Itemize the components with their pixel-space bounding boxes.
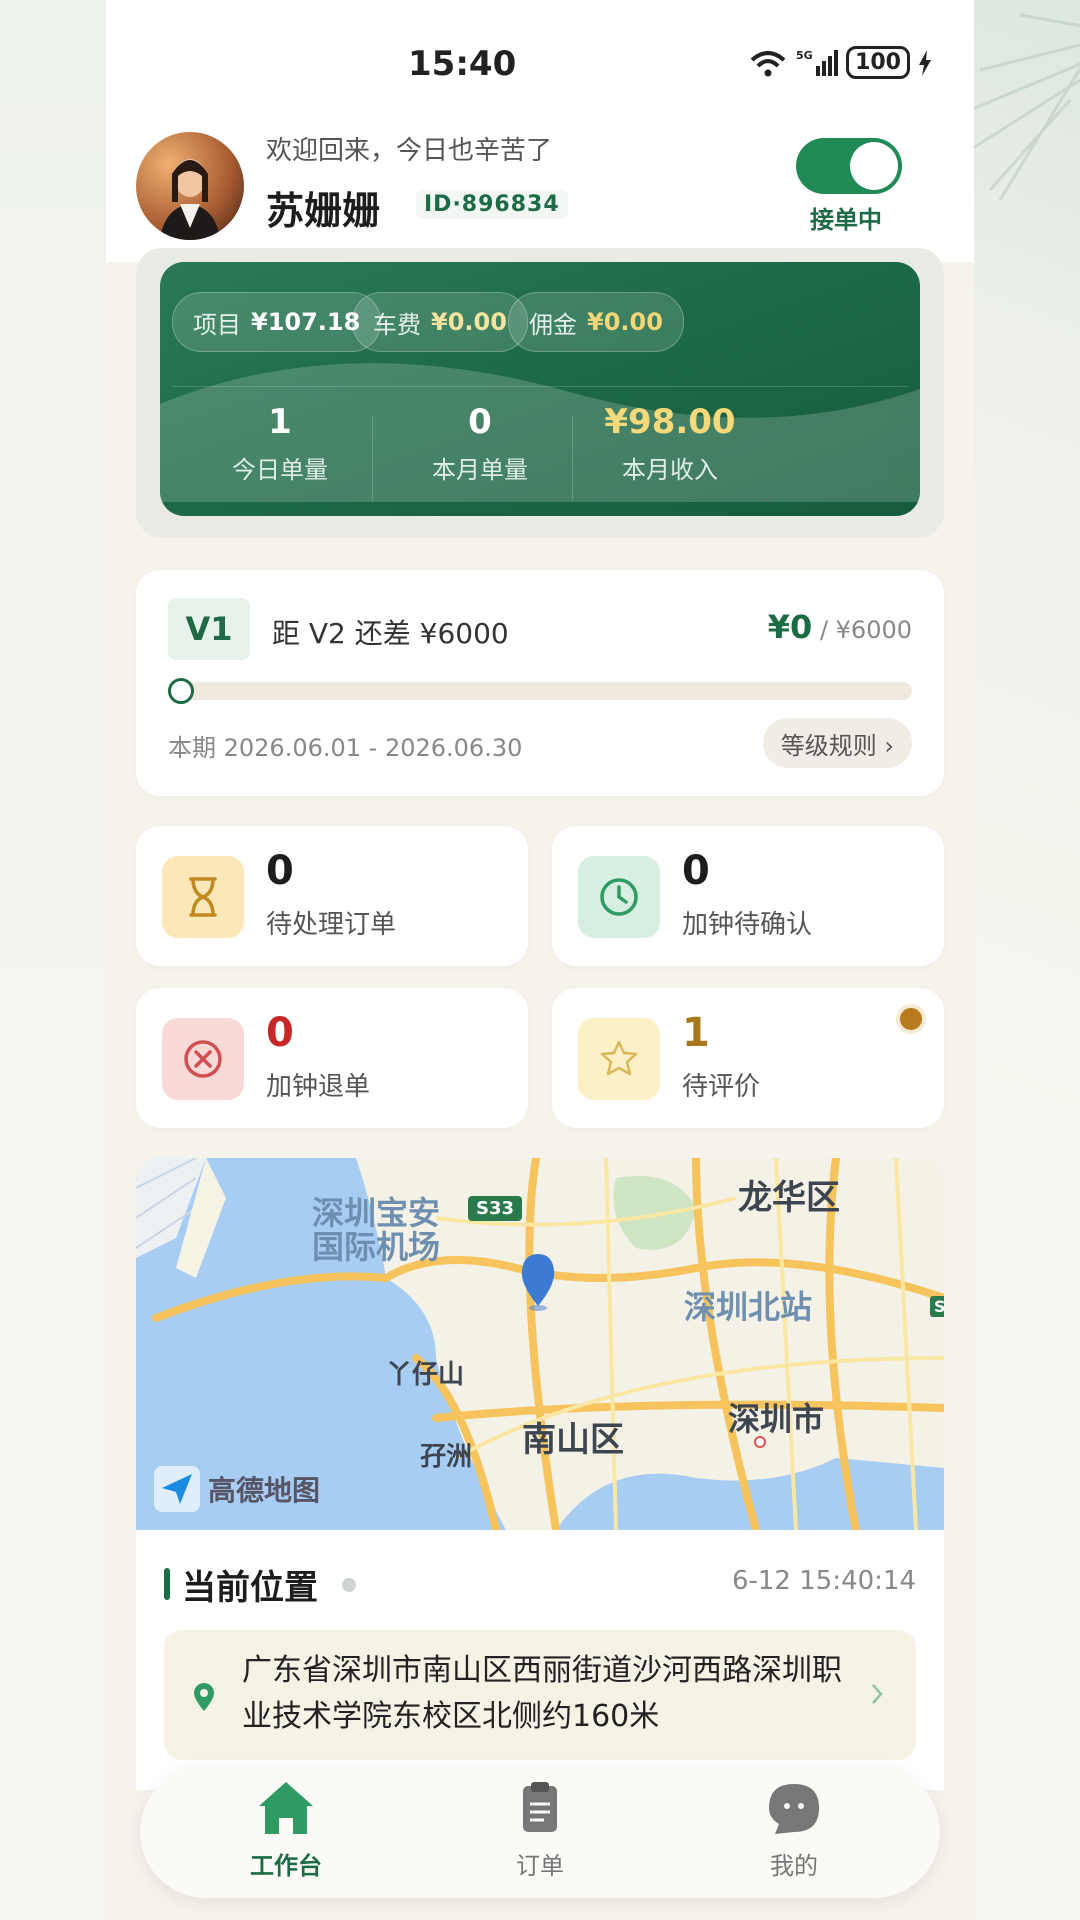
map-provider-label: 高德地图 <box>208 1474 321 1507</box>
welcome-text: 欢迎回来，今日也辛苦了 <box>266 136 553 166</box>
level-target-amount: / ¥6000 <box>819 616 912 644</box>
hourglass-icon <box>162 856 244 938</box>
pill-project: 项目 ¥107.18 <box>172 292 382 352</box>
earnings-card-wrapper: 项目 ¥107.18 车费 ¥0.00 佣金 ¥0.00 1 今日单量 0 本月… <box>136 248 944 538</box>
nav-workbench-label: 工作台 <box>250 1852 322 1880</box>
level-badge: V1 <box>168 598 250 660</box>
home-icon <box>259 1782 313 1834</box>
section-accent-bar <box>164 1568 170 1600</box>
location-address-row[interactable]: 广东省深圳市南山区西丽街道沙河西路深圳职业技术学院东校区北侧约160米 <box>164 1630 916 1760</box>
tile-pending-orders-label: 待处理订单 <box>266 910 397 940</box>
stat-month-income-value: ¥98.00 <box>604 402 736 442</box>
map-label-longhua: 龙华区 <box>738 1178 840 1218</box>
location-timestamp: 6-12 15:40:14 <box>731 1566 916 1596</box>
pill-commission-label: 佣金 <box>529 310 577 339</box>
progress-handle <box>168 678 194 704</box>
map-label-mazhou: 孖洲 <box>420 1442 473 1472</box>
background-right <box>969 0 1080 1920</box>
wifi-icon <box>750 50 786 76</box>
clock-icon <box>578 856 660 938</box>
nav-orders-label: 订单 <box>516 1852 564 1880</box>
level-period: 本期 2026.06.01 - 2026.06.30 <box>168 734 523 762</box>
cancel-icon <box>162 1018 244 1100</box>
tile-extension-pending-label: 加钟待确认 <box>682 910 813 940</box>
map-view[interactable]: 深圳宝安 国际机场 S33 龙华区 深圳北站 丫仔山 南山区 深圳市 孖洲 S … <box>136 1158 944 1530</box>
chevron-right-icon <box>872 1684 883 1704</box>
nav-workbench[interactable]: 工作台 <box>206 1780 366 1881</box>
location-address: 广东省深圳市南山区西丽街道沙河西路深圳职业技术学院东校区北侧约160米 <box>242 1653 842 1734</box>
tile-pending-review-label: 待评价 <box>682 1072 761 1102</box>
pill-project-value: ¥107.18 <box>251 308 361 336</box>
signal-icon: 5G <box>796 49 839 76</box>
map-label-nanshan: 南山区 <box>522 1420 624 1460</box>
palm-leaf-decoration <box>969 13 1080 201</box>
pill-project-label: 项目 <box>193 310 241 339</box>
map-label-shenzhen: 深圳市 <box>728 1400 825 1438</box>
tile-pending-orders-value: 0 <box>266 848 294 894</box>
tile-pending-orders[interactable]: 0 待处理订单 <box>136 826 528 966</box>
level-progress-bar <box>168 678 912 704</box>
star-icon <box>578 1018 660 1100</box>
map-label-airport-2: 国际机场 <box>312 1228 441 1266</box>
earnings-card: 项目 ¥107.18 车费 ¥0.00 佣金 ¥0.00 1 今日单量 0 本月… <box>160 262 920 516</box>
location-pin-icon <box>194 1683 214 1711</box>
accept-orders-toggle[interactable] <box>796 138 902 194</box>
map-label-s33: S33 <box>468 1196 523 1221</box>
system-icons: 5G 100 <box>748 46 932 79</box>
toggle-knob <box>850 142 898 190</box>
pill-fare: 车费 ¥0.00 <box>352 292 528 352</box>
profile-icon <box>769 1784 819 1834</box>
amap-logo-icon <box>154 1466 200 1512</box>
map-label-north-station: 深圳北站 <box>684 1288 813 1326</box>
tile-extension-pending-value: 0 <box>682 848 710 894</box>
avatar-portrait <box>160 159 220 240</box>
avatar[interactable] <box>136 132 244 240</box>
tile-extension-refund-value: 0 <box>266 1010 294 1056</box>
tile-extension-pending[interactable]: 0 加钟待确认 <box>552 826 944 966</box>
tile-pending-review[interactable]: 1 待评价 <box>552 988 944 1128</box>
pill-fare-label: 车费 <box>373 310 421 339</box>
level-rules-button[interactable]: 等级规则 › <box>762 718 912 768</box>
background-left <box>0 0 106 1920</box>
stat-month-income: ¥98.00 本月收入 <box>550 402 790 485</box>
tile-extension-refund-label: 加钟退单 <box>266 1072 371 1102</box>
nav-profile-label: 我的 <box>770 1852 818 1880</box>
notification-dot <box>896 1004 926 1034</box>
status-bar: 15:40 5G 100 <box>106 0 974 120</box>
toggle-label: 接单中 <box>810 206 882 234</box>
level-current-amount: ¥0 <box>767 608 813 646</box>
nav-profile[interactable]: 我的 <box>714 1780 874 1881</box>
tile-pending-review-value: 1 <box>682 1010 710 1056</box>
pill-commission-value: ¥0.00 <box>587 308 663 336</box>
location-title: 当前位置 <box>182 1568 318 1608</box>
earnings-divider <box>172 386 908 387</box>
pill-commission: 佣金 ¥0.00 <box>508 292 684 352</box>
bottom-nav: 工作台 订单 我的 <box>140 1766 940 1898</box>
charging-icon <box>919 49 931 76</box>
pill-fare-value: ¥0.00 <box>431 308 507 336</box>
user-id: ID·896834 <box>416 190 568 219</box>
signal-type-label: 5G <box>796 49 813 62</box>
app-screen: 15:40 5G 100 欢迎回来，今日也辛苦了 苏姗姗 ID·896834 接… <box>106 0 974 1920</box>
level-amount: ¥0 / ¥6000 <box>768 608 912 646</box>
location-panel: 当前位置 6-12 15:40:14 广东省深圳市南山区西丽街道沙河西路深圳职业… <box>136 1530 944 1790</box>
user-name: 苏姗姗 <box>266 189 381 233</box>
profile-header: 欢迎回来，今日也辛苦了 苏姗姗 ID·896834 接单中 <box>106 120 974 262</box>
nav-orders[interactable]: 订单 <box>460 1780 620 1881</box>
clipboard-icon <box>523 1782 557 1832</box>
stat-month-income-label: 本月收入 <box>622 456 718 484</box>
level-progress-text: 距 V2 还差 ¥6000 <box>272 617 509 650</box>
status-time: 15:40 <box>408 44 517 84</box>
location-status-dot <box>342 1578 356 1592</box>
battery-indicator: 100 <box>846 46 910 79</box>
map-label-s-edge: S <box>930 1296 944 1317</box>
map-label-yazaishan: 丫仔山 <box>386 1360 465 1390</box>
tile-extension-refund[interactable]: 0 加钟退单 <box>136 988 528 1128</box>
map-provider: 高德地图 <box>154 1466 320 1512</box>
level-card: V1 距 V2 还差 ¥6000 ¥0 / ¥6000 本期 2026.06.0… <box>136 570 944 796</box>
